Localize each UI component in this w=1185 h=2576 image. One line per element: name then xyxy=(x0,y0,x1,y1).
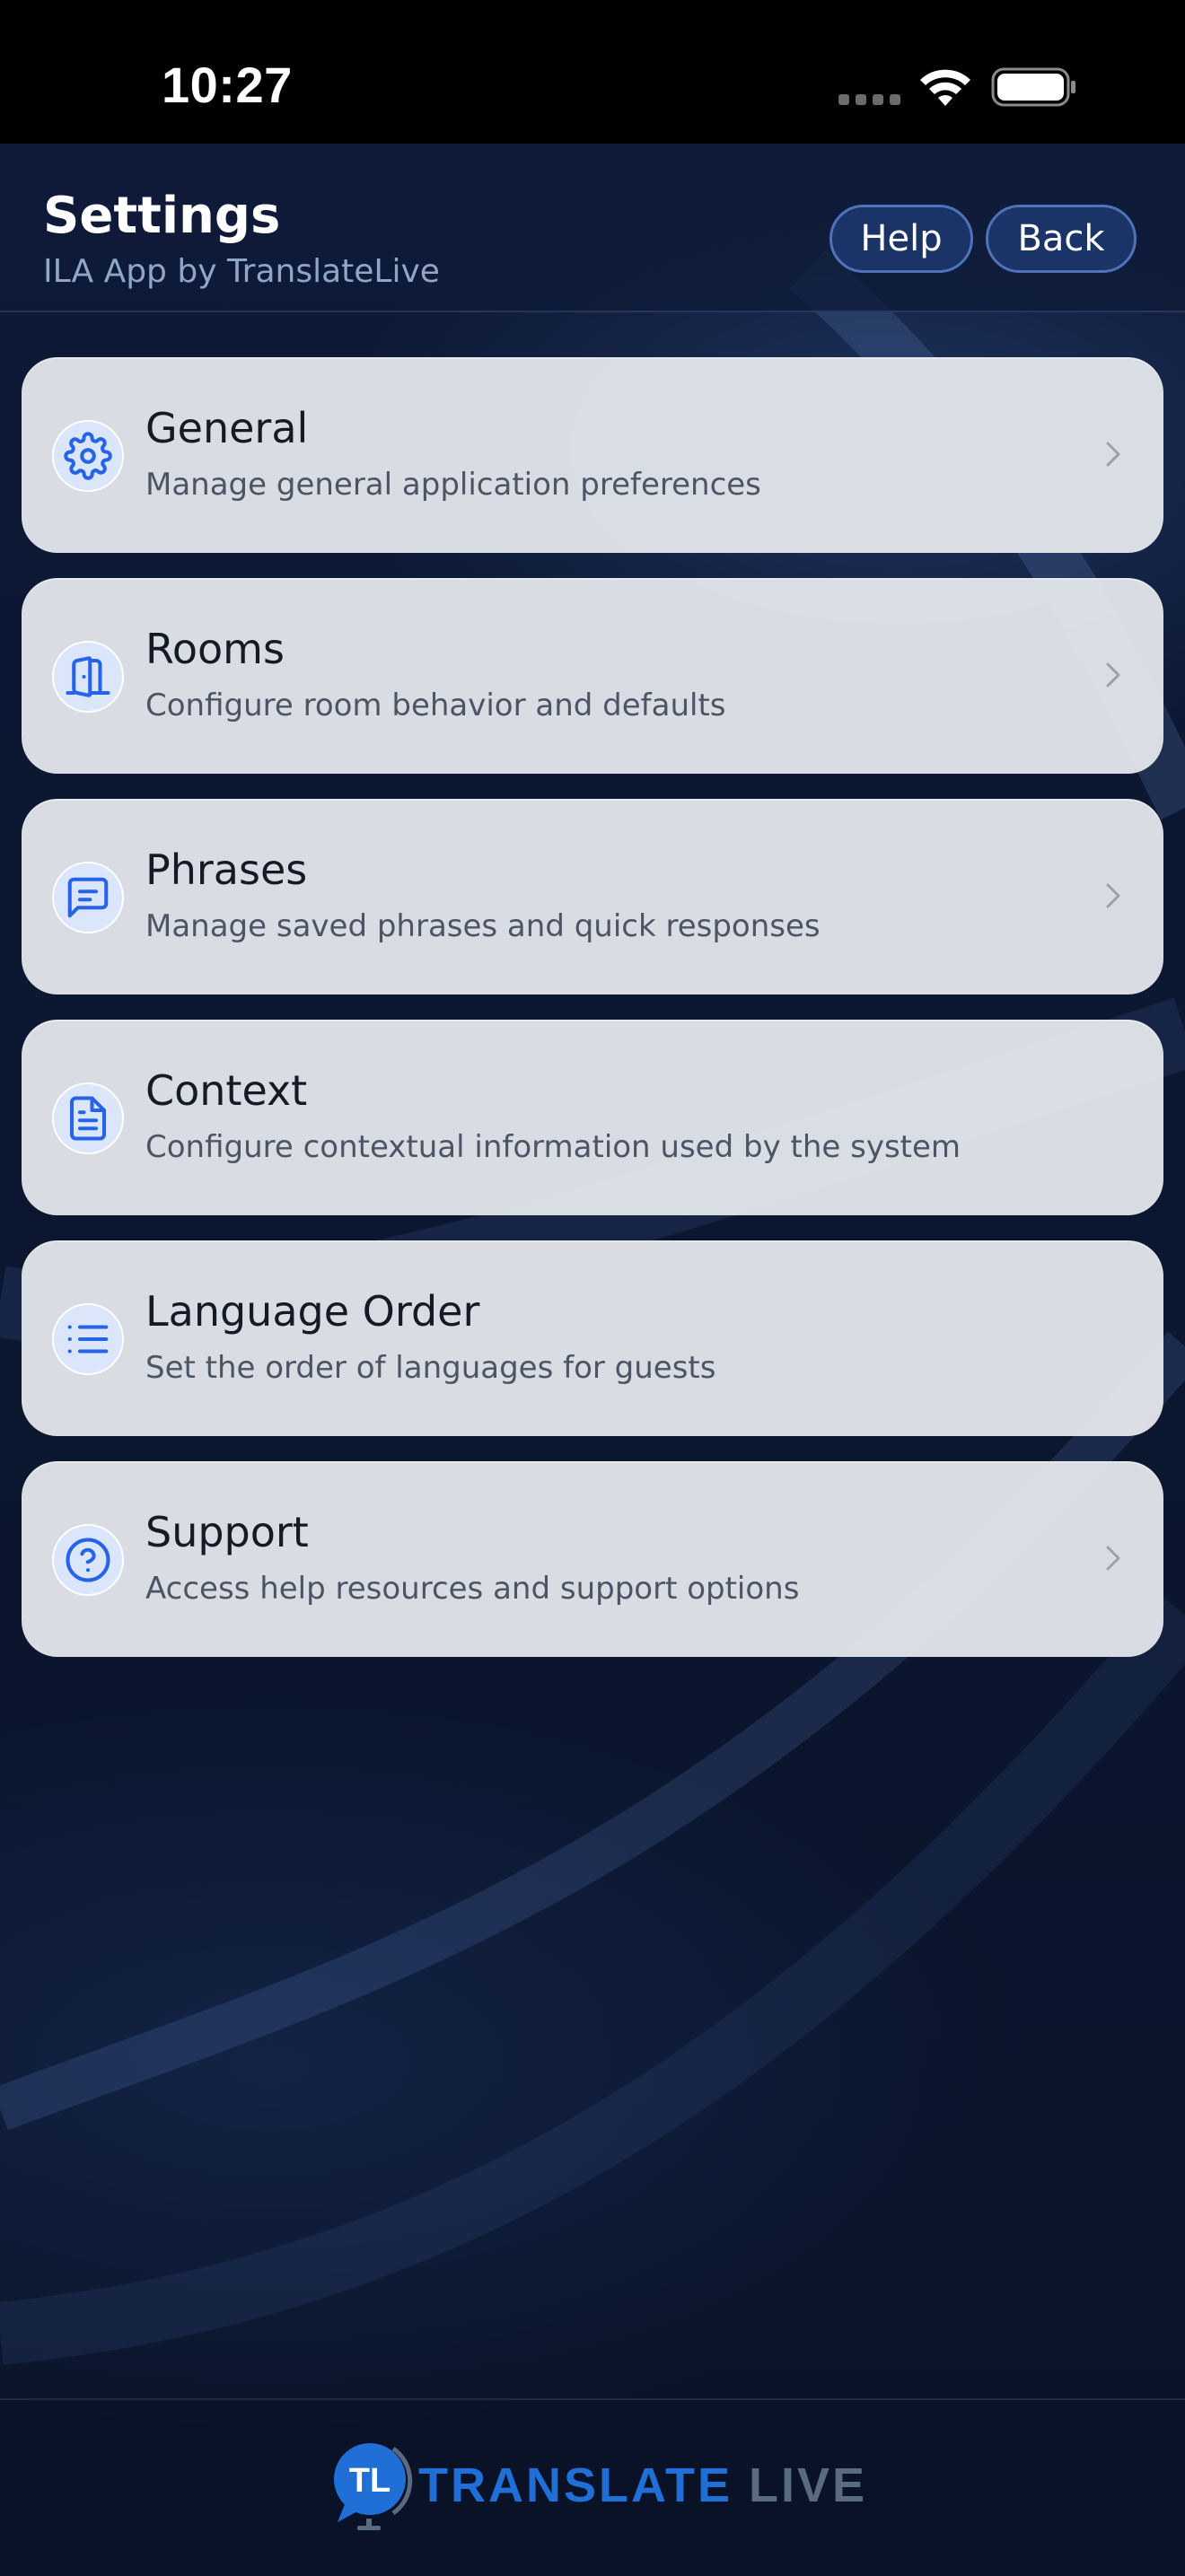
page-subtitle: ILA App by TranslateLive xyxy=(43,253,440,290)
settings-item-title: Language Order xyxy=(145,1287,480,1336)
settings-item-language-order[interactable]: Language Order Set the order of language… xyxy=(22,1240,1163,1436)
logo-wordmark: TRANSLATE LIVE xyxy=(418,2458,867,2513)
translate-live-logo-icon: TL xyxy=(334,2443,413,2530)
back-button[interactable]: Back xyxy=(986,205,1137,273)
settings-item-title: Phrases xyxy=(145,846,308,894)
settings-item-support[interactable]: Support Access help resources and suppor… xyxy=(22,1461,1163,1657)
settings-item-title: General xyxy=(145,404,309,452)
settings-item-rooms[interactable]: Rooms Configure room behavior and defaul… xyxy=(22,578,1163,774)
settings-item-general[interactable]: General Manage general application prefe… xyxy=(22,357,1163,553)
list-icon xyxy=(52,1303,124,1375)
settings-item-context[interactable]: Context Configure contextual information… xyxy=(22,1020,1163,1215)
gear-icon xyxy=(52,420,124,492)
settings-item-description: Manage general application preferences xyxy=(145,467,761,503)
cellular-signal-icon xyxy=(838,94,901,105)
settings-item-description: Set the order of languages for guests xyxy=(145,1350,716,1386)
help-button[interactable]: Help xyxy=(830,205,973,273)
settings-item-description: Configure contextual information used by… xyxy=(145,1129,961,1165)
logo-word-live: LIVE xyxy=(749,2458,868,2512)
settings-item-description: Access help resources and support option… xyxy=(145,1571,800,1607)
wifi-icon xyxy=(920,69,970,106)
settings-item-description: Configure room behavior and defaults xyxy=(145,688,726,723)
message-icon xyxy=(52,862,124,933)
settings-item-title: Context xyxy=(145,1066,308,1115)
status-bar: 10:27 xyxy=(0,0,1185,144)
settings-item-phrases[interactable]: Phrases Manage saved phrases and quick r… xyxy=(22,799,1163,994)
chevron-right-icon xyxy=(1106,442,1120,467)
settings-list: General Manage general application prefe… xyxy=(22,357,1163,1682)
document-icon xyxy=(52,1082,124,1154)
settings-item-title: Support xyxy=(145,1508,309,1556)
logo-word-translate: TRANSLATE xyxy=(418,2458,733,2512)
battery-icon xyxy=(991,67,1075,107)
chevron-right-icon xyxy=(1106,1546,1120,1571)
footer: TL TRANSLATE LIVE xyxy=(0,2398,1185,2576)
chevron-right-icon xyxy=(1106,662,1120,688)
door-icon xyxy=(52,641,124,713)
settings-item-title: Rooms xyxy=(145,625,285,673)
page-title: Settings xyxy=(43,187,281,245)
app-header: Settings ILA App by TranslateLive Help B… xyxy=(0,144,1185,312)
chevron-right-icon xyxy=(1106,883,1120,908)
help-circle-icon xyxy=(52,1524,124,1596)
logo-mark-text: TL xyxy=(349,2462,391,2500)
status-time: 10:27 xyxy=(162,57,293,113)
settings-item-description: Manage saved phrases and quick responses xyxy=(145,908,821,944)
